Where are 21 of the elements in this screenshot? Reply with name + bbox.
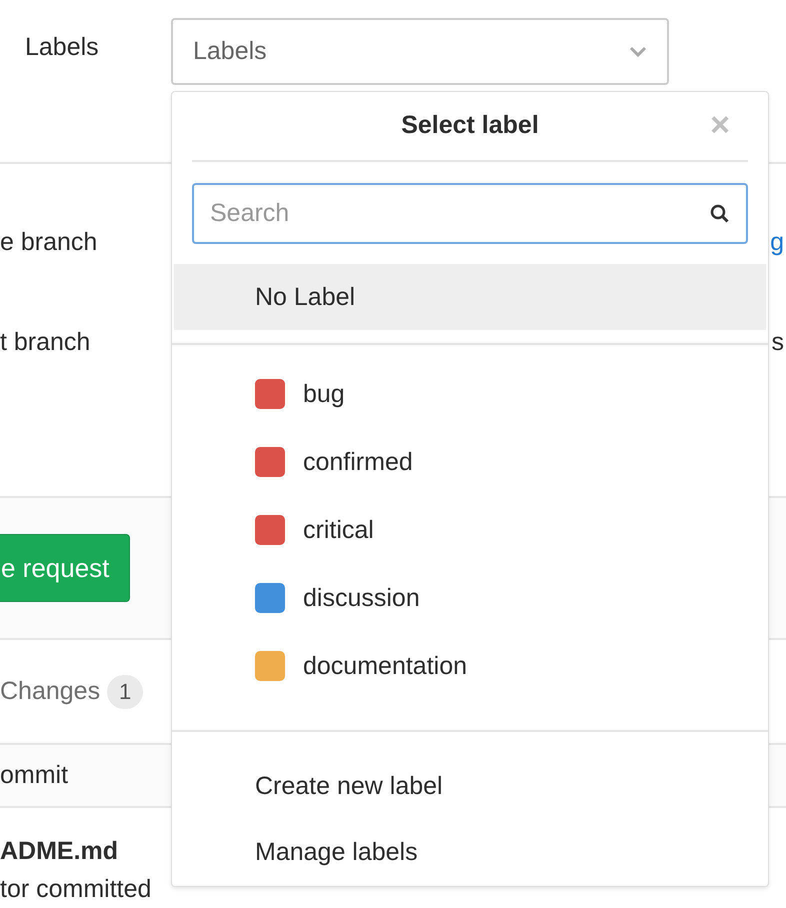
labels-dropdown[interactable]: Labels — [171, 18, 669, 85]
field-label: Labels — [25, 33, 100, 62]
menu-title: Select label — [401, 111, 539, 140]
commit-meta: tor committed — [0, 874, 152, 905]
label-option[interactable]: documentation — [303, 652, 468, 680]
column-header: ommit — [0, 761, 68, 790]
branch-label: e branch — [0, 228, 98, 257]
label-option[interactable]: critical — [303, 516, 374, 544]
text-fragment: s — [772, 328, 784, 357]
chevron-down-icon — [629, 46, 647, 58]
label-option[interactable]: discussion — [303, 584, 420, 612]
search-icon — [710, 204, 730, 224]
count-badge: 1 — [107, 674, 144, 708]
changes-tab[interactable]: Changes 1 — [0, 674, 144, 708]
link[interactable]: g — [770, 228, 784, 257]
menu-item[interactable]: Create new label — [172, 754, 768, 820]
menu-item[interactable]: Manage labels — [172, 820, 768, 886]
branch-label: t branch — [0, 328, 90, 357]
label-option[interactable]: bug — [303, 380, 345, 408]
menu-item[interactable]: No Label — [174, 264, 766, 330]
label-option[interactable]: confirmed — [303, 448, 413, 476]
